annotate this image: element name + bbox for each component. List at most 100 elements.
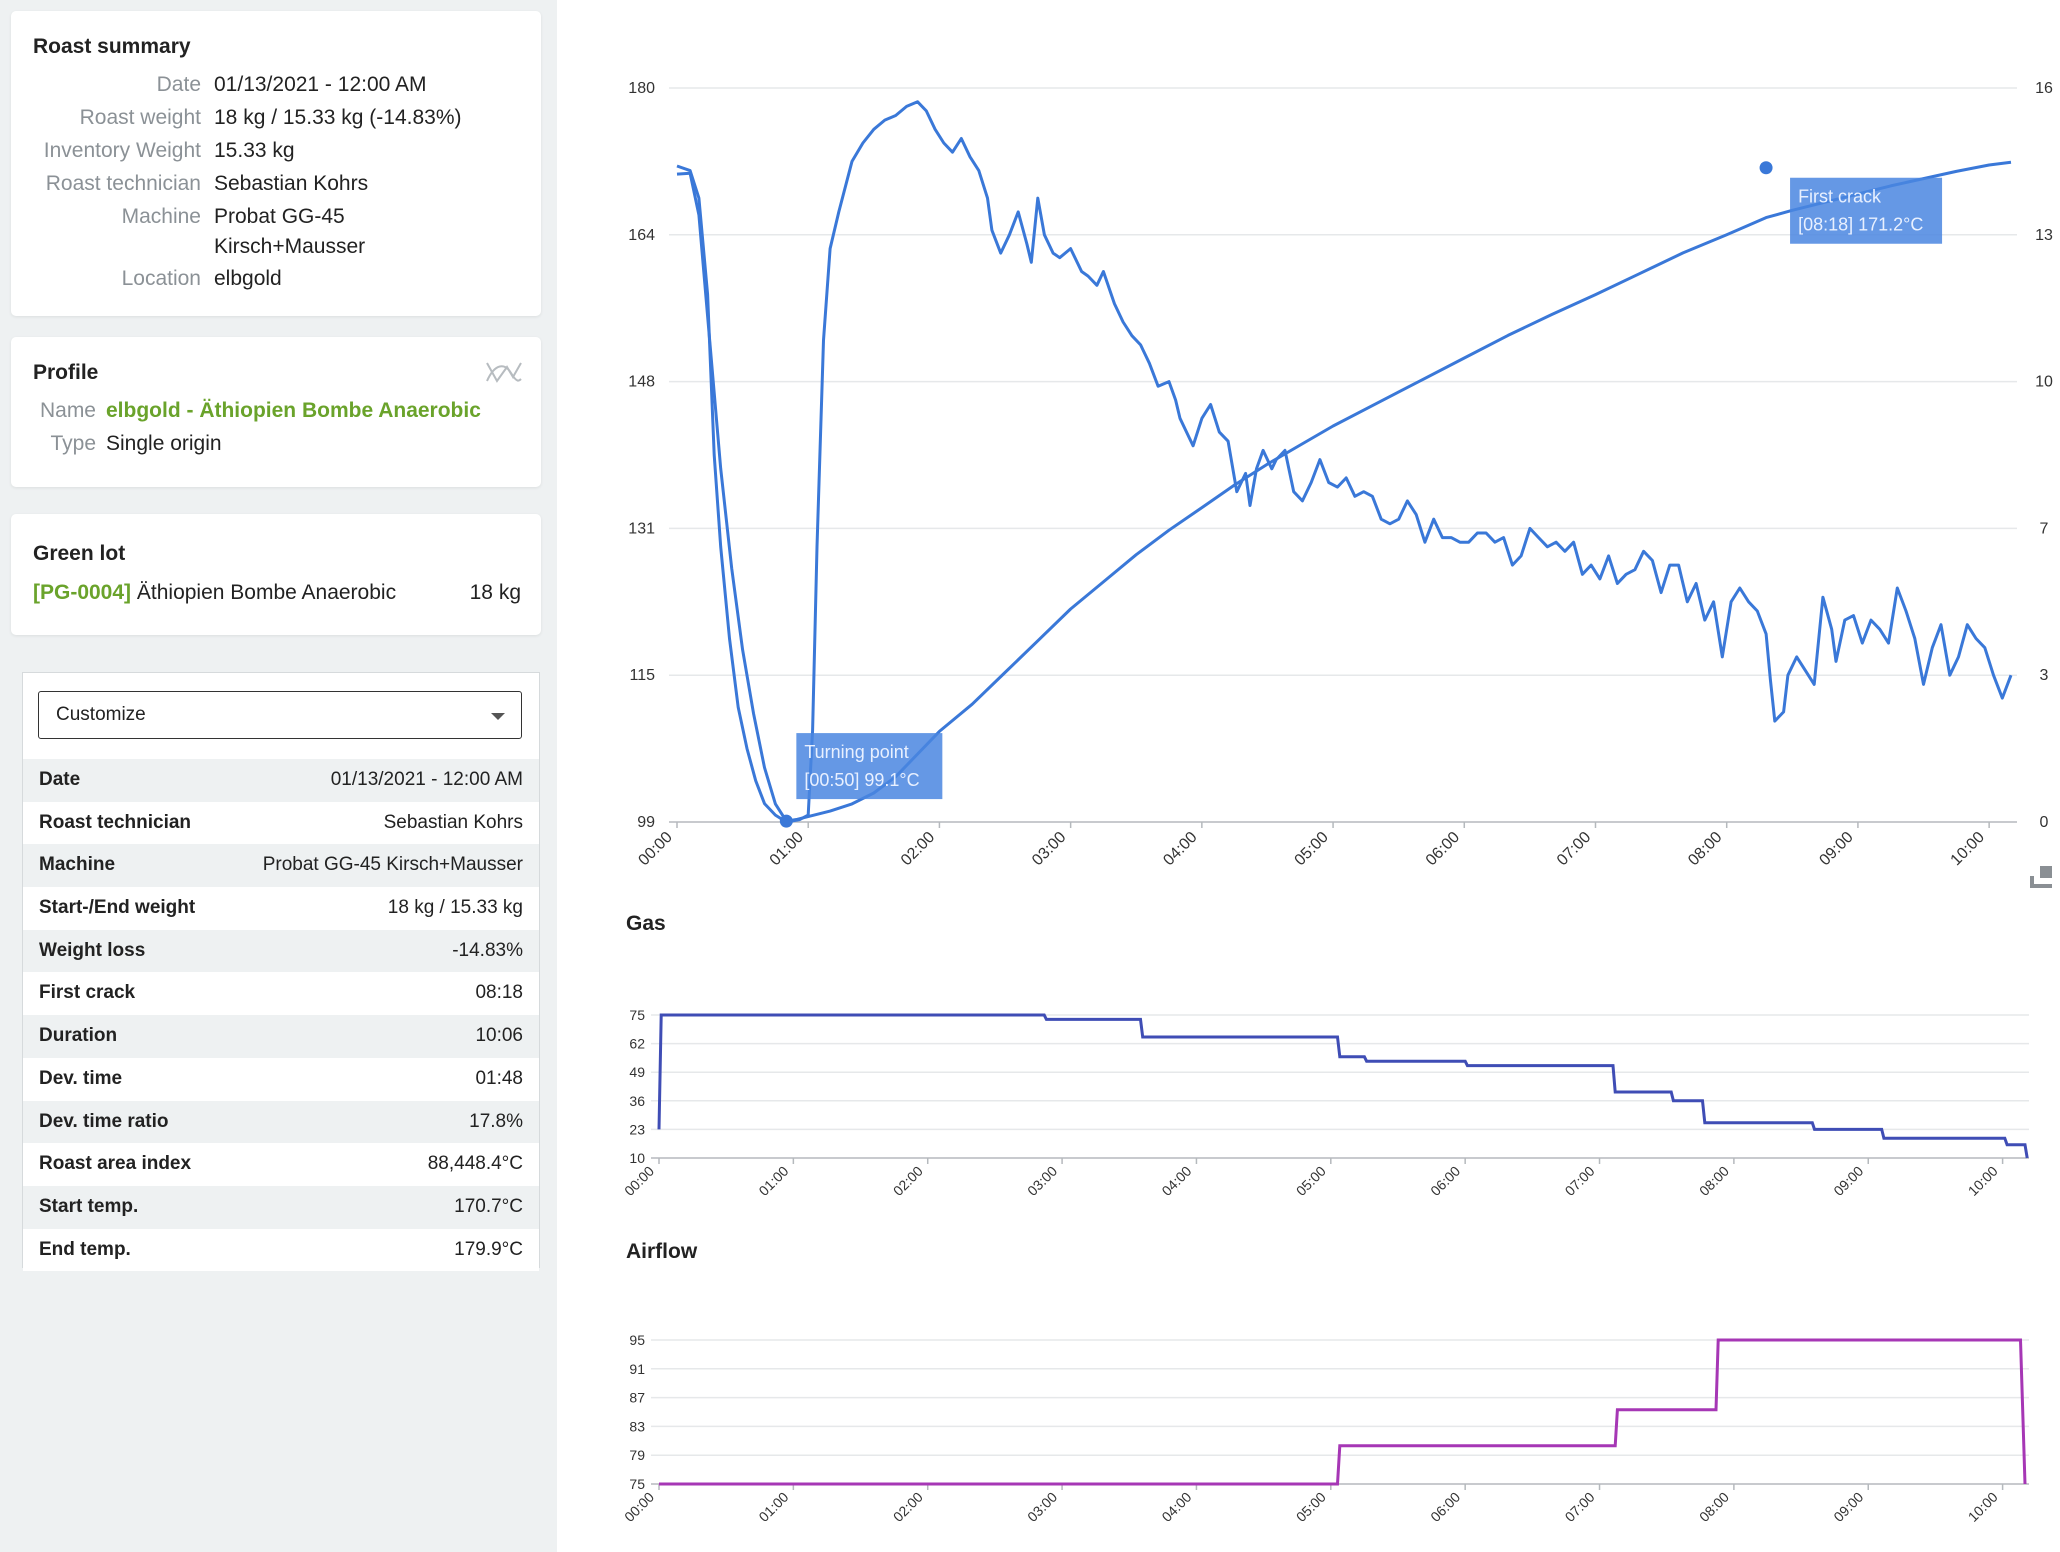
summary-key: Location (121, 267, 201, 290)
stat-value: 17.8% (469, 1110, 523, 1132)
x-tick-label: 04:00 (1158, 1163, 1194, 1199)
chevron-down-icon (491, 713, 505, 720)
stat-value: 170.7°C (454, 1195, 523, 1217)
summary-row-roast-weight: Roast weight 18 kg / 15.33 kg (-14.83%) (11, 106, 541, 138)
summary-key: Inventory Weight (43, 139, 201, 162)
y2-tick-label: 7 (2040, 520, 2049, 537)
x-tick-label: 03:00 (1029, 829, 1069, 869)
y-tick-label: 49 (629, 1064, 645, 1080)
y-tick-label: 36 (629, 1093, 645, 1109)
stat-value: 01/13/2021 - 12:00 AM (330, 769, 523, 790)
x-tick-label: 08:00 (1696, 1163, 1732, 1199)
summary-row-roast-technician: Roast technician Sebastian Kohrs (11, 172, 541, 204)
x-tick-label: 09:00 (1830, 1163, 1866, 1199)
stat-label: End temp. (39, 1238, 131, 1260)
y2-tick-label: 16 (2035, 80, 2053, 97)
customize-select[interactable]: Customize (38, 691, 522, 739)
stat-label: First crack (39, 982, 136, 1004)
y-tick-label: 10 (629, 1150, 645, 1166)
annotation-value: [00:50] 99.1°C (804, 770, 919, 790)
annotation-label: Turning point (804, 742, 908, 762)
temperature-series-line (676, 160, 2012, 823)
summary-row-date: Date 01/13/2021 - 12:00 AM (11, 73, 541, 105)
y-tick-label: 164 (628, 227, 655, 244)
customize-select-label: Customize (56, 704, 146, 725)
x-tick-label: 07:00 (1562, 1163, 1598, 1199)
expand-icon[interactable] (2028, 862, 2056, 890)
annotation-value: [08:18] 171.2°C (1798, 215, 1923, 235)
profile-name-link[interactable]: elbgold - Äthiopien Bombe Anaerobic (106, 399, 481, 423)
stat-value: Probat GG-45 Kirsch+Mausser (262, 854, 523, 876)
stat-row: Roast area index 88,448.4°C (23, 1143, 539, 1186)
stat-row: Roast technician Sebastian Kohrs (23, 801, 539, 845)
roast-summary-card: Roast summary Date 01/13/2021 - 12:00 AM… (11, 11, 541, 316)
x-tick-label: 01:00 (755, 1489, 791, 1525)
profile-curve-icon[interactable] (485, 359, 523, 385)
stat-row: Start-/End weight 18 kg / 15.33 kg (23, 887, 539, 930)
y-tick-label: 99 (637, 814, 655, 831)
summary-value: elbgold (214, 267, 282, 290)
y2-tick-label: 3 (2040, 667, 2049, 684)
y2-tick-label: 0 (2040, 814, 2049, 831)
x-tick-label: 08:00 (1696, 1489, 1732, 1525)
annotation-point (779, 814, 793, 828)
summary-value: 18 kg / 15.33 kg (-14.83%) (214, 106, 462, 129)
profile-row-name: Name elbgold - Äthiopien Bombe Anaerobic (11, 399, 541, 431)
stat-row: Machine Probat GG-45 Kirsch+Mausser (23, 844, 539, 888)
x-tick-label: 00:00 (621, 1163, 657, 1199)
x-tick-label: 09:00 (1816, 829, 1856, 869)
stat-value: Sebastian Kohrs (383, 811, 523, 833)
summary-value: Probat GG-45 (214, 205, 345, 228)
summary-key: Date (156, 73, 201, 96)
green-lot-title: Green lot (33, 542, 126, 565)
y-tick-label: 79 (629, 1447, 645, 1463)
y-tick-label: 75 (629, 1007, 645, 1023)
x-tick-label: 07:00 (1554, 829, 1594, 869)
summary-row-inventory-weight: Inventory Weight 15.33 kg (11, 139, 541, 171)
stat-label: Machine (39, 854, 116, 876)
stat-row: Duration 10:06 (23, 1015, 539, 1058)
green-lot-code-link[interactable]: [PG-0004] (33, 581, 131, 604)
profile-value: Single origin (106, 432, 222, 455)
y-tick-label: 91 (629, 1361, 645, 1377)
y-tick-label: 75 (629, 1476, 645, 1492)
y-tick-label: 62 (629, 1036, 645, 1052)
stat-value: -14.83% (452, 939, 523, 961)
summary-key: Roast weight (79, 106, 201, 129)
stat-value: 10:06 (475, 1025, 523, 1047)
x-tick-label: 05:00 (1293, 1489, 1329, 1525)
stat-row: Weight loss -14.83% (23, 929, 539, 973)
stat-value: 01:48 (475, 1067, 523, 1089)
y-tick-label: 180 (628, 80, 655, 97)
x-tick-label: 02:00 (890, 1489, 926, 1525)
x-tick-label: 10:00 (1965, 1163, 2001, 1199)
stat-label: Weight loss (39, 939, 146, 961)
stat-label: Duration (39, 1025, 118, 1047)
stat-value: 88,448.4°C (427, 1153, 523, 1175)
profile-title: Profile (33, 361, 99, 384)
stat-row: Start temp. 170.7°C (23, 1185, 539, 1229)
x-tick-label: 00:00 (621, 1489, 657, 1525)
x-tick-label: 01:00 (755, 1163, 791, 1199)
stat-row: End temp. 179.9°C (23, 1228, 539, 1272)
temperature-chart: 99 115 131 148 164 180 0 3 7 10 13 16 00:00 01:00 02:0… (628, 80, 2053, 869)
y2-tick-label: 10 (2035, 374, 2053, 391)
y-tick-label: 23 (629, 1121, 645, 1137)
stat-row: Dev. time ratio 17.8% (23, 1100, 539, 1144)
profile-row-type: Type Single origin (11, 432, 541, 464)
x-tick-label: 06:00 (1427, 1163, 1463, 1199)
y-tick-label: 87 (629, 1390, 645, 1406)
charts-panel: 99 115 131 148 164 180 0 3 7 10 13 16 00:00 01:00 02:0… (557, 0, 2060, 1552)
profile-key: Type (50, 432, 96, 455)
gas-chart: 10 23 36 49 62 75 00:00 01:00 02:00 03:00 04:00 05:… (621, 1007, 2029, 1199)
y2-tick-label: 13 (2035, 227, 2053, 244)
x-tick-label: 03:00 (1024, 1163, 1060, 1199)
roast-summary-title: Roast summary (33, 35, 191, 58)
y-tick-label: 83 (629, 1418, 645, 1434)
x-tick-label: 01:00 (767, 829, 807, 869)
stat-value: 179.9°C (454, 1238, 523, 1260)
x-tick-label: 09:00 (1830, 1489, 1866, 1525)
summary-key: Roast technician (45, 172, 201, 195)
x-tick-label: 06:00 (1423, 829, 1463, 869)
airflow-chart-title: Airflow (626, 1240, 698, 1263)
